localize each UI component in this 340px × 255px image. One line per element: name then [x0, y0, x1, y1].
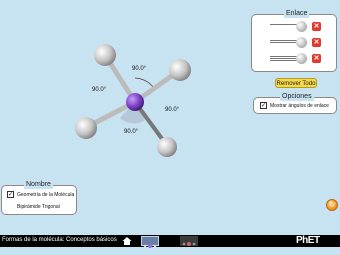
name-panel: ✓ Geometría de la Molécula Bipirámide Tr…: [1, 185, 77, 215]
outer-atom[interactable]: [169, 59, 191, 81]
sim-title: Formas de la molécula: Conceptos básicos: [2, 237, 117, 243]
screen-tab-real-molecules[interactable]: [180, 236, 198, 246]
home-icon[interactable]: [122, 236, 132, 246]
bond-angle-label: 90.0°: [92, 87, 107, 93]
remove-all-button[interactable]: Remover Todo: [275, 78, 317, 88]
screen-tab-model[interactable]: [141, 236, 159, 248]
show-angles-checkbox[interactable]: ✓: [260, 102, 267, 109]
bonds-panel-title: Enlace: [284, 10, 310, 18]
atom-icon[interactable]: [296, 21, 307, 32]
remove-double-bond-button[interactable]: ✕: [312, 38, 321, 47]
angle-arc: [134, 77, 155, 89]
show-angles-label: Mostrar ángulos de enlace: [270, 103, 329, 109]
molecule-scene: 90.0° 90.0° 90.0° 90.0° ✕ ✕ ✕ Enlace Rem…: [0, 0, 340, 235]
navigation-bar: Formas de la molécula: Conceptos básicos…: [0, 235, 340, 248]
outer-atom[interactable]: [157, 137, 177, 157]
options-panel-title: Opciones: [280, 93, 314, 101]
bond-angle-label: 90.0°: [132, 66, 147, 72]
reset-all-button[interactable]: ↻: [326, 199, 338, 211]
molecule-model[interactable]: [0, 0, 230, 200]
bonds-panel: ✕ ✕ ✕: [251, 14, 337, 72]
atom-icon[interactable]: [296, 53, 307, 64]
name-panel-title: Nombre: [24, 181, 53, 189]
phet-logo[interactable]: PhET: [296, 235, 320, 246]
bond-angle-label: 90.0°: [165, 107, 180, 113]
central-atom[interactable]: [126, 93, 144, 111]
phet-logo-text: PhET: [296, 235, 320, 246]
double-bond-row: ✕: [270, 37, 321, 49]
single-bond-row: ✕: [270, 21, 321, 33]
remove-single-bond-button[interactable]: ✕: [312, 22, 321, 31]
geometry-label: Geometría de la Molécula: [17, 192, 75, 198]
triple-bond-row: ✕: [270, 53, 321, 65]
geometry-checkbox[interactable]: ✓: [7, 191, 14, 198]
outer-atom[interactable]: [75, 117, 97, 139]
atom-icon[interactable]: [296, 37, 307, 48]
geometry-value: Bipirámide Trigonal: [17, 204, 60, 210]
outer-atom[interactable]: [94, 44, 116, 66]
bond-angle-label: 90.0°: [124, 129, 139, 135]
remove-triple-bond-button[interactable]: ✕: [312, 54, 321, 63]
